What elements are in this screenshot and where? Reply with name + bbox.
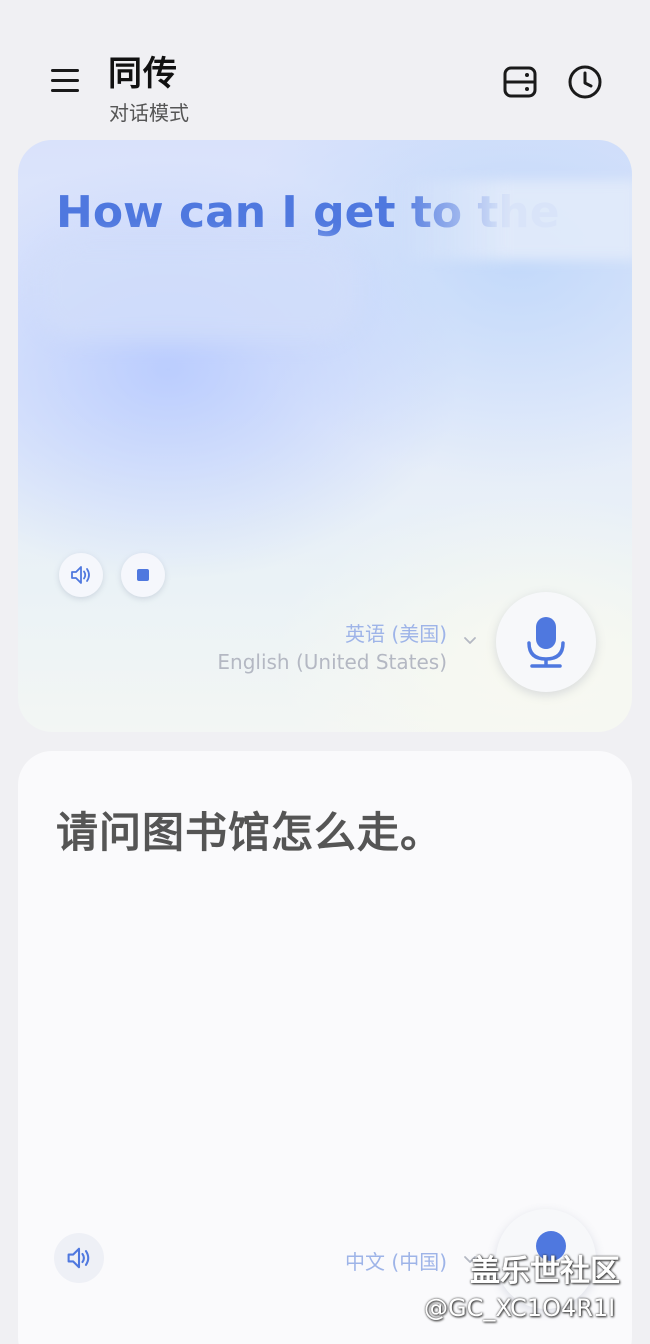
target-language-name[interactable]: 中文 (中国) bbox=[345, 1246, 447, 1275]
source-mic-button[interactable] bbox=[496, 592, 596, 692]
translated-text: 请问图书馆怎么走。 bbox=[56, 808, 444, 857]
menu-icon[interactable] bbox=[48, 64, 82, 98]
mode-subtitle: 对话模式 bbox=[109, 101, 189, 125]
speaker-icon bbox=[71, 566, 90, 584]
watermark-handle: @GC_XC1O4R1I bbox=[424, 1294, 616, 1322]
chevron-down-icon[interactable] bbox=[462, 632, 478, 648]
source-language-english[interactable]: English (United States) bbox=[217, 650, 447, 674]
watermark-title: 盖乐世社区 bbox=[470, 1254, 620, 1289]
split-screen-icon[interactable] bbox=[500, 62, 540, 102]
microphone-icon bbox=[527, 617, 565, 668]
text-fade bbox=[398, 180, 632, 260]
clock-icon[interactable] bbox=[565, 62, 605, 102]
stop-button[interactable] bbox=[121, 553, 165, 597]
speaker-button[interactable] bbox=[54, 1233, 104, 1283]
text-fade bbox=[38, 240, 358, 340]
speaker-button[interactable] bbox=[59, 553, 103, 597]
source-panel: How can I get to the 英语 (美国) English (Un… bbox=[18, 140, 632, 732]
stop-icon bbox=[137, 569, 149, 581]
app-header: 同传 对话模式 bbox=[0, 0, 650, 140]
source-language-name[interactable]: 英语 (美国) bbox=[345, 618, 447, 647]
page-title: 同传 bbox=[108, 54, 178, 94]
speaker-icon bbox=[67, 1247, 90, 1269]
